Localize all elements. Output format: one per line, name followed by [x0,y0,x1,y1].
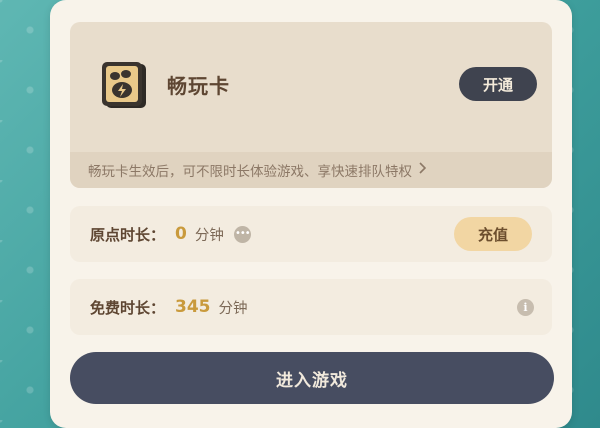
enter-game-button[interactable]: 进入游戏 [70,352,554,404]
play-panel: 畅玩卡 开通 畅玩卡生效后，可不限时长体验游戏、享快速排队特权 原点时长： 0 … [50,0,572,428]
chevron-right-icon [418,162,427,178]
free-time-value: 345 [175,297,211,317]
recharge-button[interactable]: 充值 [454,217,532,251]
info-icon[interactable]: i [517,299,534,316]
pass-card-description-link[interactable]: 畅玩卡生效后，可不限时长体验游戏、享快速排队特权 [70,152,552,188]
balance-row: 原点时长： 0 分钟 ••• 充值 [70,206,552,262]
free-time-row: 免费时长： 345 分钟 i [70,279,552,335]
pass-card-title: 畅玩卡 [167,74,230,98]
balance-label: 原点时长： [90,225,166,244]
ellipsis-icon[interactable]: ••• [233,225,251,243]
balance-value: 0 [175,224,187,244]
pass-card: 畅玩卡 开通 畅玩卡生效后，可不限时长体验游戏、享快速排队特权 [70,22,552,188]
pass-card-icon [102,60,148,110]
pass-card-description: 畅玩卡生效后，可不限时长体验游戏、享快速排队特权 [88,164,412,180]
balance-unit: 分钟 [194,227,224,244]
free-time-label: 免费时长： [90,298,166,317]
pass-card-header: 畅玩卡 开通 [70,22,552,152]
open-pass-button[interactable]: 开通 [459,67,537,101]
free-time-unit: 分钟 [218,300,248,317]
